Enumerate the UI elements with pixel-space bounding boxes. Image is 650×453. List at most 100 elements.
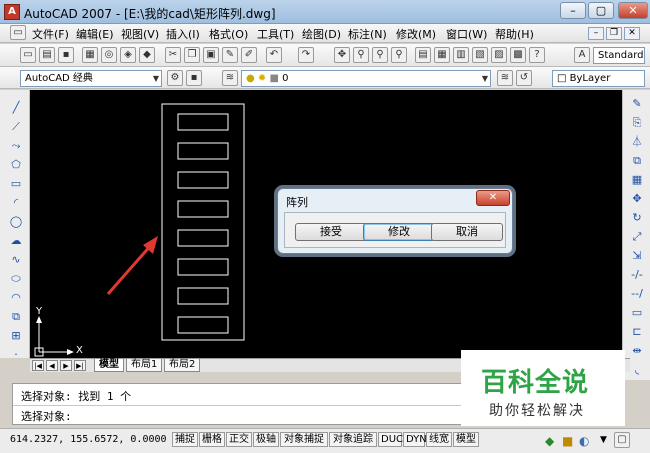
- erase-icon[interactable]: ✎: [629, 96, 645, 112]
- menu-window[interactable]: 窗口(W): [446, 26, 487, 42]
- modify-button[interactable]: 修改: [363, 223, 435, 241]
- document-icon[interactable]: ▭: [10, 25, 26, 40]
- extend-icon[interactable]: --/: [629, 286, 645, 302]
- offset-icon[interactable]: ⧉: [629, 153, 645, 169]
- make-block-icon[interactable]: ⊞: [8, 328, 24, 344]
- chamfer-icon[interactable]: ⇹: [629, 343, 645, 359]
- copy-icon[interactable]: ⎘: [629, 115, 645, 131]
- matchprop-icon[interactable]: ✎: [222, 47, 238, 63]
- layer-manager-icon[interactable]: ≋: [222, 70, 238, 86]
- communication-center-icon[interactable]: ◆: [545, 434, 554, 448]
- ortho-toggle[interactable]: 正交: [226, 432, 252, 447]
- xline-icon[interactable]: ⟋: [8, 119, 24, 135]
- osnap-toggle[interactable]: 对象捕捉: [280, 432, 328, 447]
- properties-icon[interactable]: ▤: [415, 47, 431, 63]
- move-icon[interactable]: ✥: [629, 191, 645, 207]
- menu-tools[interactable]: 工具(T): [257, 26, 294, 42]
- menu-format[interactable]: 格式(O): [209, 26, 248, 42]
- layer-dropdown[interactable]: ● ✹ ■ 0 ▼: [241, 70, 491, 87]
- save-icon[interactable]: ▪: [58, 47, 74, 63]
- design-center-icon[interactable]: ▦: [434, 47, 450, 63]
- arc-icon[interactable]: ◜: [8, 195, 24, 211]
- cut-icon[interactable]: ✂: [165, 47, 181, 63]
- menu-draw[interactable]: 绘图(D): [302, 26, 341, 42]
- print-icon[interactable]: ▦: [82, 47, 98, 63]
- doc-restore-button[interactable]: ❐: [606, 27, 622, 40]
- array-rectangle[interactable]: [177, 287, 229, 305]
- cancel-button[interactable]: 取消: [431, 223, 503, 241]
- menu-dimension[interactable]: 标注(N): [348, 26, 387, 42]
- array-rectangle[interactable]: [177, 258, 229, 276]
- linetype-dropdown[interactable]: □ ByLayer: [552, 70, 645, 87]
- line-icon[interactable]: ╱: [8, 100, 24, 116]
- workspace-settings-icon[interactable]: ⚙: [167, 70, 183, 86]
- zoom-previous-icon[interactable]: ⚲: [391, 47, 407, 63]
- snap-toggle[interactable]: 捕捉: [172, 432, 198, 447]
- markup-icon[interactable]: ▨: [491, 47, 507, 63]
- autocad-app-icon[interactable]: A: [4, 4, 20, 20]
- tab-layout2[interactable]: 布局2: [164, 359, 201, 372]
- fillet-icon[interactable]: ◟: [629, 362, 645, 378]
- array-rectangle[interactable]: [177, 316, 229, 334]
- redo-icon[interactable]: ↷: [298, 47, 314, 63]
- array-icon[interactable]: ▦: [629, 172, 645, 188]
- menu-edit[interactable]: 编辑(E): [76, 26, 114, 42]
- first-tab-button[interactable]: |◀: [32, 360, 44, 371]
- toolbar-lock-icon[interactable]: ■: [562, 434, 573, 448]
- ducs-toggle[interactable]: DUCS: [378, 432, 409, 447]
- zoom-window-icon[interactable]: ⚲: [372, 47, 388, 63]
- workspace-dropdown[interactable]: AutoCAD 经典 ▼: [20, 70, 162, 87]
- stretch-icon[interactable]: ⇲: [629, 248, 645, 264]
- rotate-icon[interactable]: ↻: [629, 210, 645, 226]
- ellipse-icon[interactable]: ⬭: [8, 271, 24, 287]
- model-toggle[interactable]: 模型: [453, 432, 479, 447]
- array-rectangle[interactable]: [177, 142, 229, 160]
- point-icon[interactable]: ·: [8, 347, 24, 363]
- layer-previous-icon[interactable]: ↺: [516, 70, 532, 86]
- otrack-toggle[interactable]: 对象追踪: [329, 432, 377, 447]
- rectangle-icon[interactable]: ▭: [8, 176, 24, 192]
- break-icon[interactable]: ▭: [629, 305, 645, 321]
- undo-icon[interactable]: ↶: [266, 47, 282, 63]
- 3d-dwf-icon[interactable]: ◆: [139, 47, 155, 63]
- dyn-toggle[interactable]: DYN: [403, 432, 427, 447]
- trim-icon[interactable]: -/-: [629, 267, 645, 283]
- tray-settings-icon[interactable]: ◐: [579, 434, 589, 448]
- text-style-dropdown[interactable]: Standard: [593, 47, 645, 64]
- join-icon[interactable]: ⊏: [629, 324, 645, 340]
- minimize-button[interactable]: –: [560, 2, 586, 19]
- status-menu-arrow-icon[interactable]: ▼: [600, 435, 607, 445]
- accept-button[interactable]: 接受: [295, 223, 367, 241]
- command-prompt[interactable]: 选择对象:: [21, 408, 72, 424]
- make-current-icon[interactable]: ≋: [497, 70, 513, 86]
- pline-icon[interactable]: ⤳: [8, 138, 24, 154]
- doc-close-button[interactable]: ✕: [624, 27, 640, 40]
- outer-frame[interactable]: [161, 103, 245, 341]
- help-icon[interactable]: ?: [529, 47, 545, 63]
- publish-icon[interactable]: ◈: [120, 47, 136, 63]
- revcloud-icon[interactable]: ☁: [8, 233, 24, 249]
- sheet-set-icon[interactable]: ▧: [472, 47, 488, 63]
- copy-clip-icon[interactable]: ❐: [184, 47, 200, 63]
- menu-view[interactable]: 视图(V): [121, 26, 159, 42]
- open-icon[interactable]: ▤: [39, 47, 55, 63]
- preview-icon[interactable]: ◎: [101, 47, 117, 63]
- menu-file[interactable]: 文件(F): [32, 26, 69, 42]
- polar-toggle[interactable]: 极轴: [253, 432, 279, 447]
- last-tab-button[interactable]: ▶|: [74, 360, 86, 371]
- array-rectangle[interactable]: [177, 229, 229, 247]
- tab-model[interactable]: 模型: [94, 359, 124, 372]
- new-icon[interactable]: ▭: [20, 47, 36, 63]
- array-rectangle[interactable]: [177, 200, 229, 218]
- mirror-icon[interactable]: ⏃: [629, 134, 645, 150]
- spline-icon[interactable]: ∿: [8, 252, 24, 268]
- menu-modify[interactable]: 修改(M): [396, 26, 436, 42]
- menu-help[interactable]: 帮助(H): [495, 26, 534, 42]
- ellipse-arc-icon[interactable]: ◠: [8, 290, 24, 306]
- array-rectangle[interactable]: [177, 113, 229, 131]
- doc-minimize-button[interactable]: –: [588, 27, 604, 40]
- next-tab-button[interactable]: ▶: [60, 360, 72, 371]
- pan-icon[interactable]: ✥: [334, 47, 350, 63]
- dialog-close-button[interactable]: ✕: [476, 190, 510, 206]
- circle-icon[interactable]: ◯: [8, 214, 24, 230]
